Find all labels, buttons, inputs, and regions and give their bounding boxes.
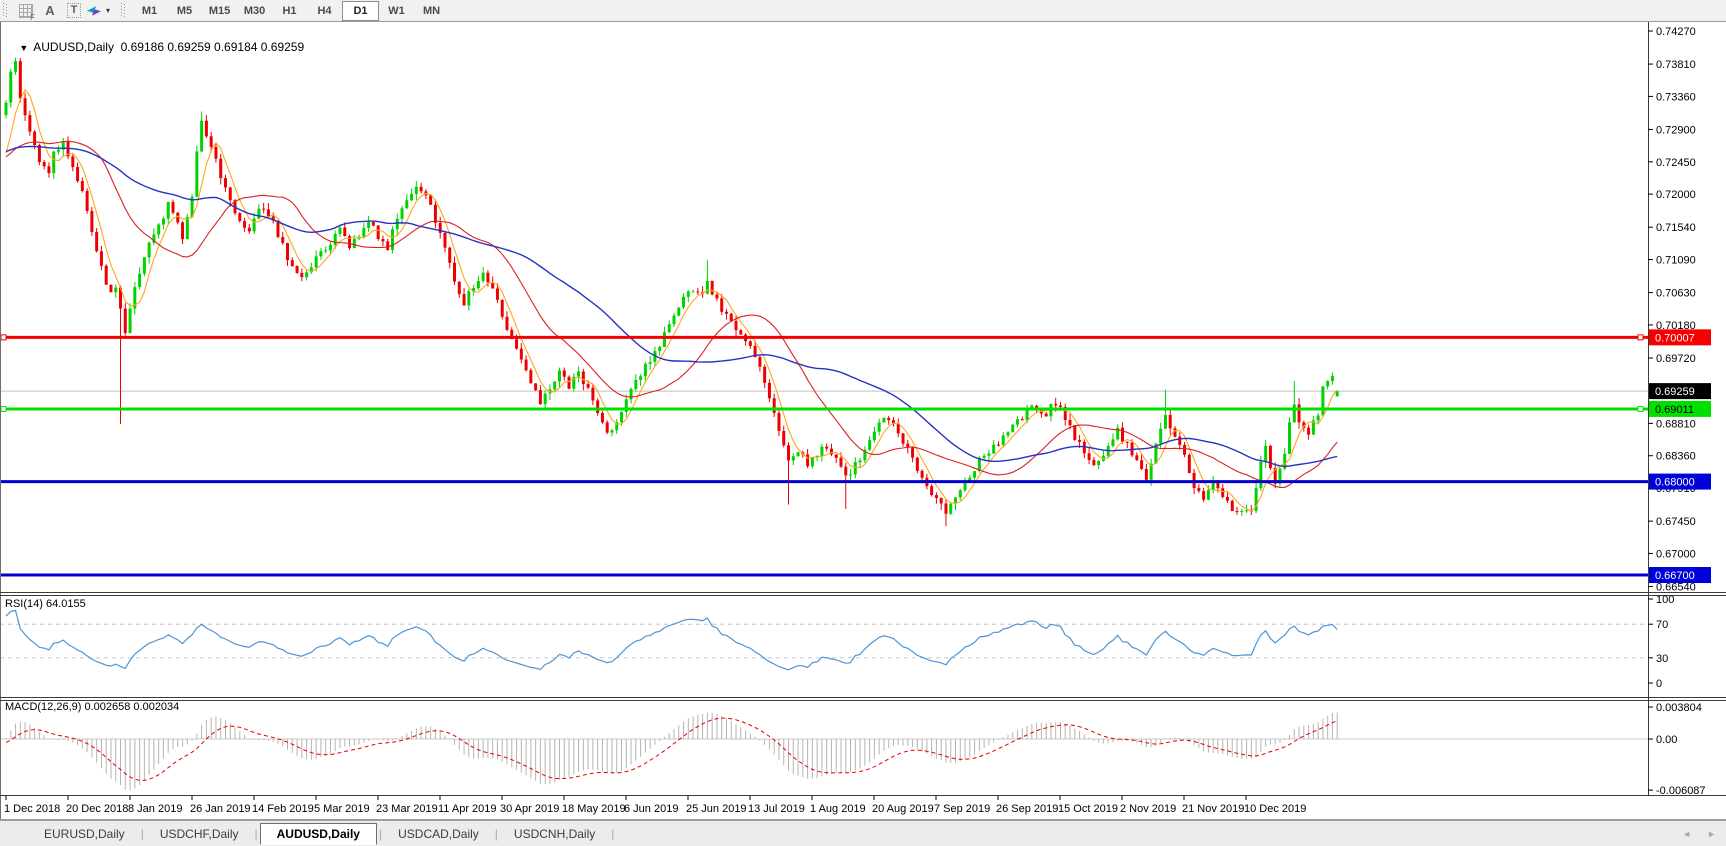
chart-canvas[interactable]: 0.74270 0.73810 0.73360 0.72900 0.72450 0.720… [0, 0, 1726, 846]
svg-text:30: 30 [1656, 653, 1668, 665]
timeframe-button-m5[interactable]: M5 [167, 2, 202, 20]
svg-text:14 Feb 2019: 14 Feb 2019 [252, 803, 314, 815]
svg-text:0.71090: 0.71090 [1656, 255, 1696, 267]
svg-text:11 Apr 2019: 11 Apr 2019 [438, 803, 497, 815]
chart-tab-bar: EURUSD,Daily | USDCHF,Daily | AUDUSD,Daily | U… [0, 820, 1726, 846]
svg-text:0.68810: 0.68810 [1656, 418, 1696, 430]
chart-tab-audusd[interactable]: AUDUSD,Daily [259, 823, 377, 845]
svg-text:0: 0 [1656, 678, 1662, 690]
svg-text:1 Aug 2019: 1 Aug 2019 [810, 803, 866, 815]
chart-title: ▼ AUDUSD,Daily 0.69186 0.69259 0.69184 0.… [6, 26, 304, 68]
chart-tab-usdchf[interactable]: USDCHF,Daily [146, 823, 253, 845]
svg-text:-0.006087: -0.006087 [1656, 785, 1706, 797]
tab-separator: | [494, 827, 498, 841]
dropdown-caret-icon: ▾ [106, 6, 111, 15]
svg-text:2 Nov 2019: 2 Nov 2019 [1120, 803, 1176, 815]
svg-text:70: 70 [1656, 619, 1668, 631]
svg-text:0.66700: 0.66700 [1655, 570, 1695, 582]
timeframe-button-d1[interactable]: D1 [342, 0, 380, 21]
svg-text:0.68360: 0.68360 [1656, 451, 1696, 463]
svg-text:0.70630: 0.70630 [1656, 288, 1696, 300]
tab-scroll-right-icon[interactable]: ► [1707, 829, 1716, 839]
svg-text:10 Dec 2019: 10 Dec 2019 [1244, 803, 1306, 815]
chart-tab-usdcad[interactable]: USDCAD,Daily [384, 823, 493, 845]
text-box-tool-button[interactable]: T [63, 2, 85, 19]
svg-text:20 Aug 2019: 20 Aug 2019 [872, 803, 934, 815]
svg-text:6 Jun 2019: 6 Jun 2019 [624, 803, 678, 815]
toolbar: F A T ▾ M1 M5 M15 M30 H1 H4 D1 W1 MN [0, 0, 1726, 22]
text-label-tool-button[interactable]: A [39, 2, 61, 19]
svg-text:0.73360: 0.73360 [1656, 91, 1696, 103]
svg-text:7 Sep 2019: 7 Sep 2019 [934, 803, 990, 815]
timeframe-button-m30[interactable]: M30 [237, 2, 272, 20]
svg-text:5 Mar 2019: 5 Mar 2019 [314, 803, 370, 815]
tab-scroll-left-icon[interactable]: ◄ [1682, 829, 1691, 839]
svg-text:15 Oct 2019: 15 Oct 2019 [1058, 803, 1118, 815]
chart-tabs: EURUSD,Daily | USDCHF,Daily | AUDUSD,Daily | U… [30, 821, 616, 846]
letter-a-icon: A [45, 3, 55, 18]
svg-text:26 Jan 2019: 26 Jan 2019 [190, 803, 251, 815]
timeframe-button-h4[interactable]: H4 [307, 2, 342, 20]
tab-separator: | [611, 827, 615, 841]
svg-text:1 Dec 2018: 1 Dec 2018 [4, 803, 60, 815]
tab-scroll-controls: ◄ ► [1682, 821, 1716, 846]
svg-text:21 Nov 2019: 21 Nov 2019 [1182, 803, 1244, 815]
svg-text:13 Jul 2019: 13 Jul 2019 [748, 803, 805, 815]
chart-dropdown-icon[interactable]: ▼ [19, 43, 28, 53]
svg-text:100: 100 [1656, 594, 1674, 606]
svg-text:26 Sep 2019: 26 Sep 2019 [996, 803, 1058, 815]
svg-text:0.69720: 0.69720 [1656, 353, 1696, 365]
toolbar-grip[interactable] [3, 3, 8, 18]
tab-separator: | [254, 827, 258, 841]
letter-t-icon: T [66, 3, 82, 18]
svg-text:0.67000: 0.67000 [1656, 548, 1696, 560]
chart-ohlc-values: 0.69186 0.69259 0.69184 0.69259 [120, 40, 305, 54]
tab-separator: | [140, 827, 144, 841]
grid-dots-icon: F [19, 3, 35, 22]
timeframe-button-mn[interactable]: MN [414, 2, 449, 20]
chart-tab-eurusd[interactable]: EURUSD,Daily [30, 823, 139, 845]
svg-text:0.72000: 0.72000 [1656, 189, 1696, 201]
svg-text:30 Apr 2019: 30 Apr 2019 [500, 803, 559, 815]
svg-text:0.71540: 0.71540 [1656, 222, 1696, 234]
svg-text:0.74270: 0.74270 [1656, 26, 1696, 38]
line-studies-icon[interactable]: F [15, 2, 37, 22]
svg-text:0.72900: 0.72900 [1656, 124, 1696, 136]
tab-separator: | [378, 827, 383, 841]
svg-text:18 May 2019: 18 May 2019 [562, 803, 626, 815]
svg-text:0.00: 0.00 [1656, 734, 1677, 746]
colored-arrows-icon [87, 3, 103, 18]
svg-text:0.69259: 0.69259 [1655, 386, 1695, 398]
toolbar-grip-2[interactable] [121, 3, 127, 18]
timeframe-button-m1[interactable]: M1 [132, 2, 167, 20]
svg-text:8 Jan 2019: 8 Jan 2019 [128, 803, 182, 815]
rsi-indicator-label: RSI(14) 64.0155 [5, 598, 86, 610]
arrow-tools-button[interactable]: ▾ [87, 2, 110, 19]
timeframe-group: M1 M5 M15 M30 H1 H4 D1 W1 MN [132, 0, 449, 21]
svg-text:0.69011: 0.69011 [1655, 404, 1694, 416]
timeframe-button-m15[interactable]: M15 [202, 2, 237, 20]
macd-indicator-label: MACD(12,26,9) 0.002658 0.002034 [5, 701, 180, 713]
timeframe-button-w1[interactable]: W1 [379, 2, 414, 20]
timeframe-button-h1[interactable]: H1 [272, 2, 307, 20]
svg-text:0.70007: 0.70007 [1655, 332, 1695, 344]
svg-text:0.68000: 0.68000 [1655, 477, 1695, 489]
svg-text:23 Mar 2019: 23 Mar 2019 [376, 803, 438, 815]
chart-tab-usdcnh[interactable]: USDCNH,Daily [500, 823, 609, 845]
svg-text:0.67450: 0.67450 [1656, 516, 1696, 528]
svg-text:0.72450: 0.72450 [1656, 157, 1696, 169]
svg-text:0.73810: 0.73810 [1656, 59, 1696, 71]
svg-text:25 Jun 2019: 25 Jun 2019 [686, 803, 747, 815]
chart-symbol-label: AUDUSD,Daily [33, 40, 114, 54]
svg-text:0.66540: 0.66540 [1656, 582, 1696, 594]
svg-text:20 Dec 2018: 20 Dec 2018 [66, 803, 128, 815]
svg-text:0.003804: 0.003804 [1656, 702, 1702, 714]
mt4-window: 0.74270 0.73810 0.73360 0.72900 0.72450 0.720… [0, 0, 1726, 846]
